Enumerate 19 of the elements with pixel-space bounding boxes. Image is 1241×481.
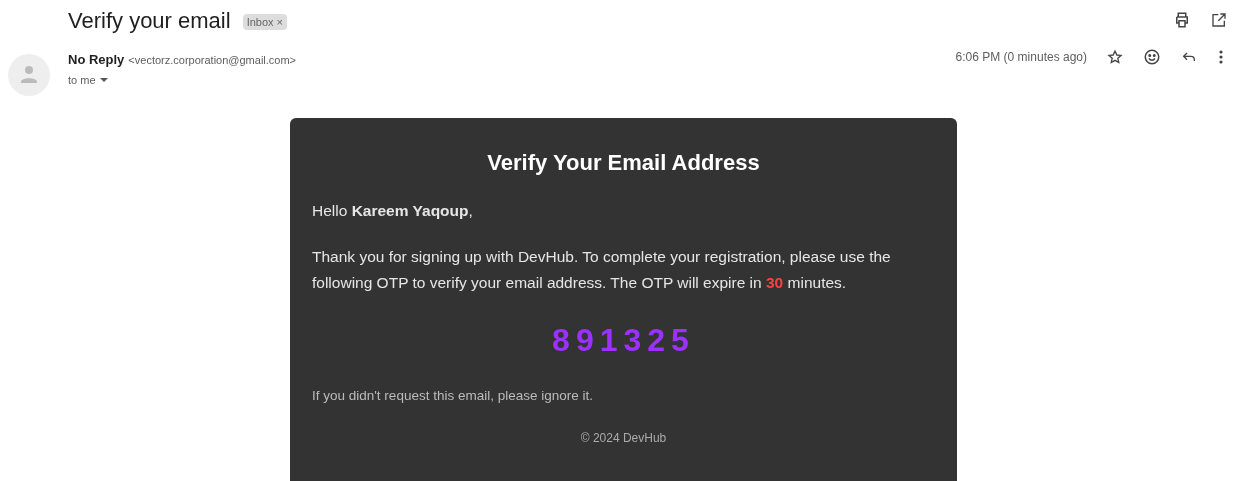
sender-address: <vectorz.corporation@gmail.com> (128, 53, 297, 68)
avatar-icon (8, 54, 50, 96)
otp-code: 891325 (551, 321, 696, 361)
sender-name: No Reply (68, 51, 125, 69)
more-options-icon[interactable] (1219, 50, 1223, 64)
timestamp: 6:06 PM (0 minutes ago) (955, 49, 1087, 66)
star-icon[interactable] (1107, 49, 1123, 65)
recipient-text: to me (68, 72, 96, 88)
open-in-new-window-icon[interactable] (1211, 12, 1227, 28)
label-chip[interactable]: Inbox × (242, 13, 287, 31)
email-heading: Verify Your Email Address (486, 149, 761, 177)
emoji-icon[interactable] (1143, 48, 1161, 66)
greeting-text: Hello Kareem Yaqoup, (312, 201, 474, 221)
copyright-text: © 2024 DevHub (579, 429, 668, 447)
email-subject: Verify your email (68, 6, 231, 35)
body-paragraph: Thank you for signing up with DevHub. To complete your registration, please use the following OTP to verify your email address. The OTP will expire in 30 minutes. (312, 247, 892, 294)
print-icon[interactable] (1173, 11, 1191, 29)
dropdown-caret-icon[interactable] (99, 76, 108, 83)
note-text: If you didn't request this email, please ignore it. (312, 387, 594, 406)
